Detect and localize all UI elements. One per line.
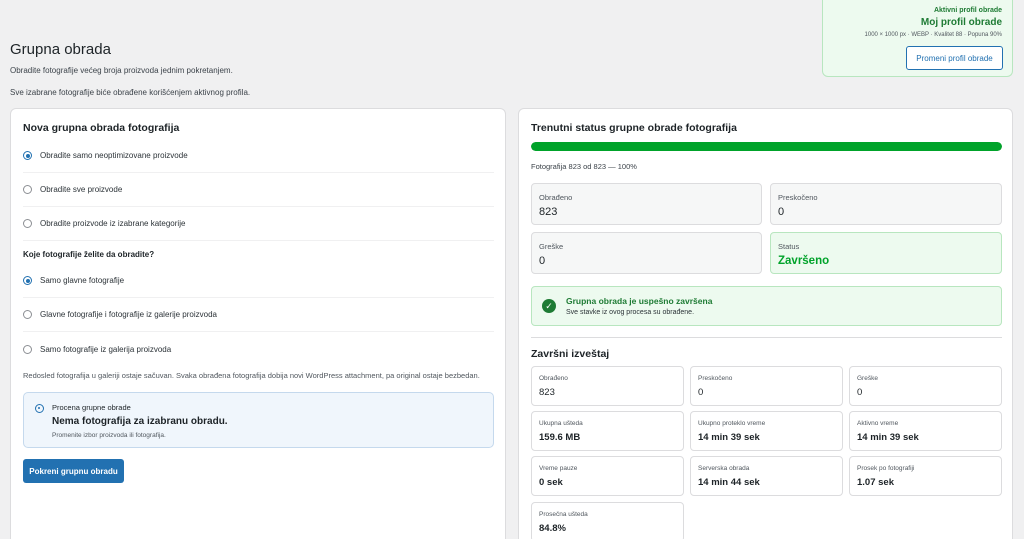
info-icon xyxy=(35,404,44,413)
photo-question: Koje fotografije želite da obradite? xyxy=(23,250,155,259)
stat-skipped: Preskočeno 0 xyxy=(770,183,1002,225)
progress-fill xyxy=(531,142,1002,151)
estimate-subtitle: Promenite izbor proizvoda ili fotografij… xyxy=(52,432,166,439)
radio-button[interactable] xyxy=(23,219,32,228)
page-title: Grupna obrada xyxy=(10,41,111,58)
estimate-box: Procena grupne obrade Nema fotografija z… xyxy=(23,392,494,448)
success-notice: ✓ Grupna obrada je uspešno završena Sve … xyxy=(531,286,1002,326)
page-description-secondary: Sve izabrane fotografije biće obrađene k… xyxy=(10,88,251,97)
report-average-savings: Prosečna ušteda 84.8% xyxy=(531,502,684,539)
profile-meta: 1000 × 1000 px · WEBP · Kvalitet 88 · Po… xyxy=(864,32,1002,38)
run-batch-button[interactable]: Pokreni grupnu obradu xyxy=(23,459,124,483)
scope-option-all[interactable]: Obradite sve proizvode xyxy=(23,173,494,207)
page-description: Obradite fotografije većeg broja proizvo… xyxy=(10,66,233,75)
stat-status: Status Završeno xyxy=(770,232,1002,274)
report-pause-time: Vreme pauze 0 sek xyxy=(531,456,684,496)
report-total-elapsed: Ukupno proteklo vreme 14 min 39 sek xyxy=(690,411,843,451)
estimate-label: Procena grupne obrade xyxy=(52,403,131,412)
gallery-note: Redosled fotografija u galeriji ostaje s… xyxy=(23,371,480,380)
report-processed: Obrađeno 823 xyxy=(531,366,684,406)
stat-errors: Greške 0 xyxy=(531,232,762,274)
profile-label: Aktivni profil obrade xyxy=(933,7,1002,14)
scope-option-category[interactable]: Obradite proizvode iz izabrane kategorij… xyxy=(23,207,494,241)
status-card: Trenutni status grupne obrade fotografij… xyxy=(518,108,1013,539)
report-active-time: Aktivno vreme 14 min 39 sek xyxy=(849,411,1002,451)
change-profile-button[interactable]: Promeni profil obrade xyxy=(906,46,1003,70)
radio-button[interactable] xyxy=(23,185,32,194)
success-title: Grupna obrada je uspešno završena xyxy=(566,296,713,306)
photo-option-main[interactable]: Samo glavne fotografije xyxy=(23,264,494,298)
report-errors: Greške 0 xyxy=(849,366,1002,406)
stat-processed: Obrađeno 823 xyxy=(531,183,762,225)
report-average-per-photo: Prosek po fotografiji 1.07 sek xyxy=(849,456,1002,496)
radio-button[interactable] xyxy=(23,344,32,354)
photo-option-main-and-gallery[interactable]: Glavne fotografije i fotografije iz gale… xyxy=(23,298,494,332)
radio-button[interactable] xyxy=(23,310,32,319)
new-batch-card: Nova grupna obrada fotografija Obradite … xyxy=(10,108,506,539)
report-title: Završni izveštaj xyxy=(531,348,610,360)
scope-option-unoptimized[interactable]: Obradite samo neoptimizovane proizvode xyxy=(23,139,494,173)
estimate-title: Nema fotografija za izabranu obradu. xyxy=(52,416,228,427)
radio-button[interactable] xyxy=(23,151,32,160)
photo-option-gallery[interactable]: Samo fotografije iz galerija proizvoda xyxy=(23,332,494,366)
radio-button[interactable] xyxy=(23,276,32,285)
report-total-savings: Ukupna ušteda 159.6 MB xyxy=(531,411,684,451)
progress-text: Fotografija 823 od 823 — 100% xyxy=(531,162,637,171)
new-batch-title: Nova grupna obrada fotografija xyxy=(23,122,180,134)
progress-bar xyxy=(531,142,1002,151)
check-circle-icon: ✓ xyxy=(542,299,556,313)
profile-name: Moj profil obrade xyxy=(920,17,1002,28)
success-subtitle: Sve stavke iz ovog procesa su obrađene. xyxy=(566,309,695,316)
report-skipped: Preskočeno 0 xyxy=(690,366,843,406)
divider xyxy=(531,337,1002,338)
active-profile-panel: Aktivni profil obrade Moj profil obrade … xyxy=(822,0,1013,77)
report-server-processing: Serverska obrada 14 min 44 sek xyxy=(690,456,843,496)
status-title: Trenutni status grupne obrade fotografij… xyxy=(531,122,737,134)
